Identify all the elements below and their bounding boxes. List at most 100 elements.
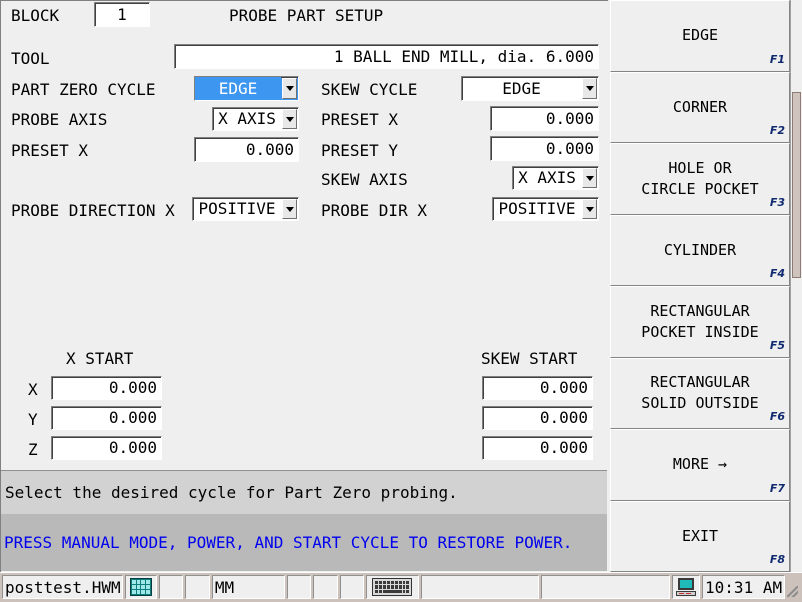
chevron-down-icon[interactable] <box>582 168 597 188</box>
skew-axis-select[interactable]: X AXIS <box>512 166 599 190</box>
block-input[interactable]: 1 <box>94 2 150 27</box>
x-start-y-input[interactable]: 0.000 <box>51 406 162 430</box>
fkey-label: RECTANGULAR SOLID OUTSIDE <box>641 373 759 413</box>
x-start-y-value: 0.000 <box>108 408 157 427</box>
filename-text: posttest.HWM <box>5 577 121 597</box>
skew-cycle-select[interactable]: EDGE <box>461 76 599 101</box>
axis-label-x: X <box>28 380 38 399</box>
status-slot-3[interactable] <box>286 575 312 599</box>
chevron-down-icon[interactable] <box>282 78 297 99</box>
probe-axis-value: X AXIS <box>218 109 276 128</box>
fkey-shortcut: F8 <box>769 553 785 566</box>
preset-x-left-value: 0.000 <box>245 139 294 159</box>
probe-axis-select[interactable]: X AXIS <box>212 107 299 131</box>
fkey-hole-or-circle-pocket[interactable]: HOLE OR CIRCLE POCKET F3 <box>610 143 790 215</box>
status-bar: posttest.HWM MM 10:31 AM <box>0 572 802 602</box>
status-keypad[interactable] <box>124 575 157 599</box>
x-start-x-value: 0.000 <box>108 378 157 397</box>
skew-start-z-input[interactable]: 0.000 <box>482 436 593 460</box>
scrollbar-thumb[interactable] <box>792 92 801 278</box>
x-start-z-input[interactable]: 0.000 <box>51 436 162 460</box>
fkey-label: CYLINDER <box>663 240 737 259</box>
preset-x-right-input[interactable]: 0.000 <box>490 106 599 131</box>
keyboard-icon <box>372 578 413 596</box>
part-zero-cycle-value: EDGE <box>195 77 281 100</box>
fkey-label: MORE → <box>672 455 728 474</box>
chevron-down-icon[interactable] <box>582 78 597 99</box>
probe-direction-value: POSITIVE <box>198 199 276 218</box>
status-slot-5[interactable] <box>339 575 365 599</box>
fkey-shortcut: F7 <box>769 481 785 495</box>
status-keyboard[interactable] <box>366 575 419 599</box>
status-slot-6[interactable] <box>420 575 539 599</box>
x-start-z-value: 0.000 <box>108 438 157 457</box>
skew-start-y-input[interactable]: 0.000 <box>482 406 593 430</box>
probe-dir-value: POSITIVE <box>498 199 576 218</box>
probe-direction-select[interactable]: POSITIVE <box>192 197 299 221</box>
alert-message: PRESS MANUAL MODE, POWER, AND START CYCL… <box>1 514 607 571</box>
skew-start-y-value: 0.000 <box>539 408 588 427</box>
probe-axis-label: PROBE AXIS <box>11 110 108 129</box>
units-text: MM <box>214 577 235 597</box>
preset-x-right-label: PRESET X <box>321 110 399 129</box>
probe-dir-label: PROBE DIR X <box>321 201 427 220</box>
part-zero-cycle-label: PART ZERO CYCLE <box>11 80 156 99</box>
chevron-down-icon[interactable] <box>582 199 597 219</box>
skew-start-z-value: 0.000 <box>539 438 588 457</box>
fkey-shortcut: F5 <box>769 338 785 352</box>
status-slot-7[interactable] <box>540 575 670 599</box>
fkey-shortcut: F6 <box>769 410 785 423</box>
fkey-shortcut: F2 <box>769 124 785 137</box>
fkey-label: EDGE <box>681 26 719 45</box>
fkey-cylinder[interactable]: CYLINDER F4 <box>610 214 790 286</box>
probe-dir-select[interactable]: POSITIVE <box>492 197 599 221</box>
tool-label: TOOL <box>11 49 50 68</box>
block-label: BLOCK <box>11 6 60 25</box>
fkey-rectangular-pocket-inside[interactable]: RECTANGULAR POCKET INSIDE F5 <box>610 286 790 358</box>
vertical-scrollbar[interactable] <box>790 0 802 572</box>
fkey-corner[interactable]: CORNER F2 <box>610 71 790 143</box>
axis-label-z: Z <box>28 440 38 459</box>
status-slot-2[interactable] <box>185 575 210 599</box>
fkey-more[interactable]: MORE → F7 <box>610 429 790 501</box>
skew-axis-value: X AXIS <box>518 168 576 187</box>
status-pc[interactable] <box>671 575 701 599</box>
preset-x-left-label: PRESET X <box>11 141 89 160</box>
status-units[interactable]: MM <box>211 575 285 599</box>
preset-y-input[interactable]: 0.000 <box>490 136 599 161</box>
resize-grip[interactable] <box>786 575 800 599</box>
tool-input[interactable]: 1 BALL END MILL, dia. 6.000 <box>174 44 599 69</box>
function-key-panel: EDGE F1 CORNER F2 HOLE OR CIRCLE POCKET … <box>610 0 790 572</box>
chevron-down-icon[interactable] <box>282 109 297 129</box>
skew-start-x-input[interactable]: 0.000 <box>482 376 593 400</box>
preset-x-right-value: 0.000 <box>545 108 594 128</box>
axis-label-y: Y <box>28 410 38 429</box>
fkey-shortcut: F1 <box>769 52 785 66</box>
probe-direction-label: PROBE DIRECTION X <box>11 201 175 220</box>
part-zero-cycle-select[interactable]: EDGE <box>194 76 299 101</box>
skew-cycle-label: SKEW CYCLE <box>321 80 418 99</box>
fkey-label: RECTANGULAR POCKET INSIDE <box>641 301 759 341</box>
skew-start-header: SKEW START <box>481 349 578 368</box>
x-start-header: X START <box>66 349 134 368</box>
fkey-label: HOLE OR CIRCLE POCKET <box>641 158 759 198</box>
clock-text: 10:31 AM <box>705 577 783 597</box>
chevron-down-icon[interactable] <box>282 199 297 219</box>
fkey-label: EXIT <box>681 526 719 545</box>
status-clock[interactable]: 10:31 AM <box>702 575 786 599</box>
tool-value: 1 BALL END MILL, dia. 6.000 <box>333 46 594 66</box>
info-message: Select the desired cycle for Part Zero p… <box>1 470 607 514</box>
fkey-rectangular-solid-outside[interactable]: RECTANGULAR SOLID OUTSIDE F6 <box>610 357 790 429</box>
fkey-exit[interactable]: EXIT F8 <box>610 500 790 572</box>
status-slot-4[interactable] <box>313 575 338 599</box>
status-filename[interactable]: posttest.HWM <box>2 575 123 599</box>
x-start-x-input[interactable]: 0.000 <box>51 376 162 400</box>
status-slot-1[interactable] <box>158 575 184 599</box>
keypad-icon <box>129 578 152 596</box>
preset-y-label: PRESET Y <box>321 141 399 160</box>
fkey-edge[interactable]: EDGE F1 <box>610 0 790 72</box>
page-title: PROBE PART SETUP <box>229 6 384 25</box>
probe-part-setup-window: BLOCK 1 PROBE PART SETUP TOOL 1 BALL END… <box>0 0 802 602</box>
skew-axis-label: SKEW AXIS <box>321 170 408 189</box>
preset-x-left-input[interactable]: 0.000 <box>194 137 299 162</box>
